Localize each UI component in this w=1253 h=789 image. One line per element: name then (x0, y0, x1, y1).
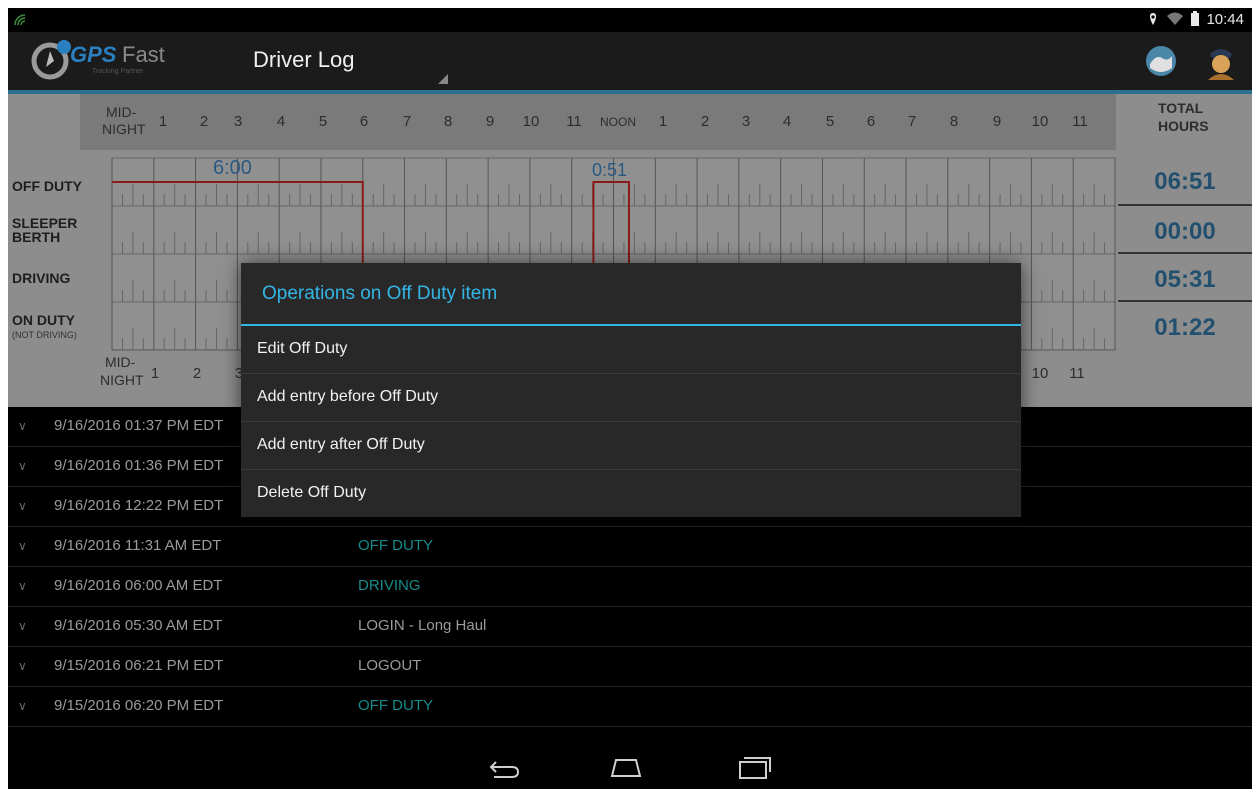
menu-item-label: Add entry before Off Duty (257, 388, 439, 405)
operations-dialog: Operations on Off Duty item Edit Off Dut… (241, 263, 1021, 517)
delete-off-duty-item[interactable]: Delete Off Duty (241, 470, 1021, 517)
menu-item-label: Add entry after Off Duty (257, 436, 425, 453)
dialog-title: Operations on Off Duty item (262, 283, 498, 304)
add-entry-before-item[interactable]: Add entry before Off Duty (241, 374, 1021, 422)
edit-off-duty-item[interactable]: Edit Off Duty (241, 326, 1021, 374)
menu-item-label: Delete Off Duty (257, 484, 367, 501)
android-screen: 10:44 GPS Fast Tracking Partner Driver L… (8, 8, 1252, 789)
menu-item-label: Edit Off Duty (257, 340, 348, 357)
add-entry-after-item[interactable]: Add entry after Off Duty (241, 422, 1021, 470)
